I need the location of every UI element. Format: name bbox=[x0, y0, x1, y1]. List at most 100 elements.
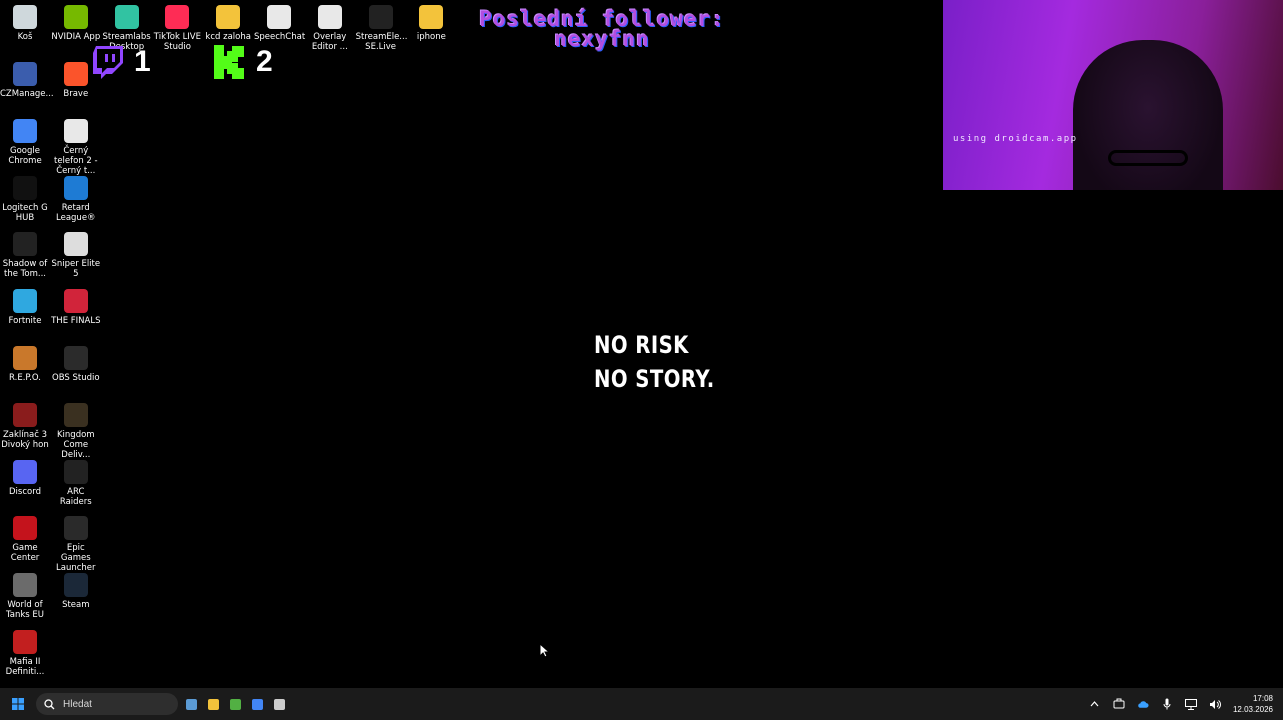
motto-line-2: NO STORY. bbox=[594, 365, 715, 393]
mouse-cursor-icon bbox=[539, 643, 550, 658]
xbox-icon[interactable] bbox=[224, 693, 246, 715]
webcam-feed: using droidcam.app bbox=[943, 0, 1283, 190]
kick-icon bbox=[214, 45, 244, 79]
desktop-icon[interactable]: Overlay Editor ... bbox=[305, 5, 355, 52]
desktop-icon[interactable]: Retard League® bbox=[51, 175, 101, 223]
sniper-elite-icon bbox=[63, 232, 88, 257]
twitch-icon bbox=[93, 46, 123, 79]
steam-icon bbox=[63, 573, 88, 598]
desktop-icon[interactable]: NVIDIA App bbox=[51, 5, 101, 42]
desktop-icon[interactable]: Steam bbox=[51, 573, 101, 610]
desktop-icon[interactable]: CZManage... bbox=[0, 62, 54, 99]
world-of-tanks-icon bbox=[13, 573, 37, 598]
desktop-icon[interactable]: Koš bbox=[0, 5, 50, 42]
desktop-icon-label: Kingdom Come Deliv... bbox=[56, 429, 95, 460]
desktop-icon[interactable]: Game Center bbox=[0, 516, 50, 563]
kingdom-come-icon bbox=[63, 402, 88, 427]
streamlabs-icon bbox=[114, 5, 139, 29]
desktop-icon-label: Fortnite bbox=[8, 316, 42, 327]
kick-count: 2 bbox=[256, 45, 273, 78]
desktop-icon-label: Google Chrome bbox=[8, 145, 42, 166]
taskbar-search-box[interactable]: Hledat bbox=[36, 693, 178, 715]
taskbar-apps bbox=[180, 693, 290, 715]
desktop-icon-label: Overlay Editor ... bbox=[311, 32, 348, 52]
repo-icon bbox=[13, 346, 37, 370]
microphone-icon[interactable] bbox=[1161, 698, 1173, 710]
desktop-icon-label: Epic Games Launcher bbox=[56, 543, 96, 574]
start-button[interactable] bbox=[4, 690, 32, 718]
desktop-icon[interactable]: Shadow of the Tom... bbox=[0, 232, 50, 279]
windows-logo-icon bbox=[12, 698, 24, 710]
desktop-icon-label: SpeechChat bbox=[254, 32, 306, 42]
sync-icon[interactable] bbox=[1113, 698, 1125, 710]
desktop-icon[interactable]: Fortnite bbox=[0, 289, 50, 326]
taskbar-app-glyph bbox=[207, 698, 219, 710]
desktop-icon[interactable]: Kingdom Come Deliv... bbox=[51, 402, 101, 460]
streamelements-icon bbox=[368, 5, 393, 29]
chrome-icon bbox=[63, 118, 88, 143]
desktop-icon-label: THE FINALS bbox=[51, 316, 101, 327]
desktop-icon[interactable]: TikTok LIVE Studio bbox=[152, 5, 202, 52]
desktop-icon[interactable]: SpeechChat bbox=[254, 5, 306, 42]
desktop-icon[interactable]: Zaklínač 3 Divoký hon bbox=[0, 402, 50, 450]
desktop-icon[interactable]: Google Chrome bbox=[0, 118, 50, 166]
the-finals-icon bbox=[63, 289, 88, 314]
desktop-icon[interactable]: kcd zaloha bbox=[203, 5, 253, 42]
webcam-watermark: using droidcam.app bbox=[953, 134, 1078, 144]
desktop-icon-label: CZManage... bbox=[0, 89, 54, 99]
desktop-icon-label: Černý telefon 2 - Černý t... bbox=[53, 145, 98, 176]
desktop-icon[interactable]: ARC Raiders bbox=[51, 459, 101, 507]
network-icon[interactable] bbox=[1184, 698, 1197, 710]
desktop-icon[interactable]: StreamEle... SE.Live bbox=[356, 5, 407, 52]
desktop-icon[interactable]: Sniper Elite 5 bbox=[51, 232, 101, 279]
desktop-icon[interactable]: Discord bbox=[0, 459, 50, 497]
search-icon bbox=[44, 698, 55, 709]
desktop-icon-label: Steam bbox=[62, 600, 90, 611]
desktop-icon[interactable]: OBS Studio bbox=[51, 346, 101, 383]
cloud-icon[interactable] bbox=[1137, 698, 1149, 710]
volume-icon[interactable] bbox=[1209, 698, 1221, 710]
file-explorer-icon[interactable] bbox=[202, 693, 224, 715]
taskbar-app-glyph bbox=[251, 698, 263, 710]
desktop-icon-label: Zaklínač 3 Divoký hon bbox=[1, 429, 49, 450]
last-follower-overlay: Poslední follower: nexyfnn bbox=[432, 9, 772, 51]
twitch-count: 1 bbox=[134, 45, 151, 78]
desktop-icon-label: Shadow of the Tom... bbox=[2, 259, 48, 280]
taskbar-app-glyph bbox=[273, 698, 285, 710]
tiktok-icon bbox=[165, 5, 190, 29]
desktop-icon-label: Sniper Elite 5 bbox=[51, 259, 101, 280]
desktop-icon[interactable]: R.E.P.O. bbox=[0, 346, 50, 383]
motto-line-1: NO RISK bbox=[594, 331, 689, 359]
desktop-icon-label: Brave bbox=[63, 89, 89, 99]
witcher-icon bbox=[13, 402, 37, 427]
desktop-icon-label: Mafia II Definiti... bbox=[5, 657, 45, 677]
recycle-bin-icon bbox=[13, 5, 37, 29]
chrome-icon bbox=[267, 5, 291, 29]
desktop-icon[interactable]: Epic Games Launcher bbox=[51, 516, 101, 573]
desktop-icon[interactable]: Logitech G HUB bbox=[0, 175, 50, 223]
nvidia-icon bbox=[63, 5, 88, 29]
desktop-icon[interactable]: World of Tanks EU bbox=[0, 573, 50, 620]
chrome-icon[interactable] bbox=[246, 693, 268, 715]
taskbar-clock[interactable]: 17:08 12.03.2026 bbox=[1233, 693, 1273, 715]
settings-icon[interactable] bbox=[268, 693, 290, 715]
desktop-icon-label: Retard League® bbox=[56, 202, 96, 223]
brave-icon bbox=[63, 62, 88, 86]
calendar-app-icon[interactable] bbox=[180, 693, 202, 715]
fortnite-icon bbox=[13, 289, 37, 314]
desktop-icon-label: ARC Raiders bbox=[59, 486, 92, 507]
follower-name: nexyfnn bbox=[554, 27, 650, 51]
kick-follower-counter: 2 bbox=[212, 44, 273, 80]
desktop-icon-label: Logitech G HUB bbox=[2, 202, 48, 223]
taskbar-app-glyph bbox=[185, 698, 197, 710]
tray-overflow-chevron-icon[interactable] bbox=[1089, 698, 1101, 710]
logitech-icon bbox=[13, 175, 37, 200]
desktop-icon[interactable]: THE FINALS bbox=[51, 289, 101, 326]
desktop-icon-label: Discord bbox=[9, 486, 41, 497]
desktop-icon[interactable]: Černý telefon 2 - Černý t... bbox=[51, 118, 101, 176]
obs-icon bbox=[63, 346, 88, 370]
desktop-icon-label: TikTok LIVE Studio bbox=[153, 32, 201, 52]
taskbar: Hledat 17:08 12.03.2026 bbox=[0, 688, 1283, 720]
desktop-icon[interactable]: Mafia II Definiti... bbox=[0, 630, 50, 677]
arc-raiders-icon bbox=[63, 459, 88, 484]
